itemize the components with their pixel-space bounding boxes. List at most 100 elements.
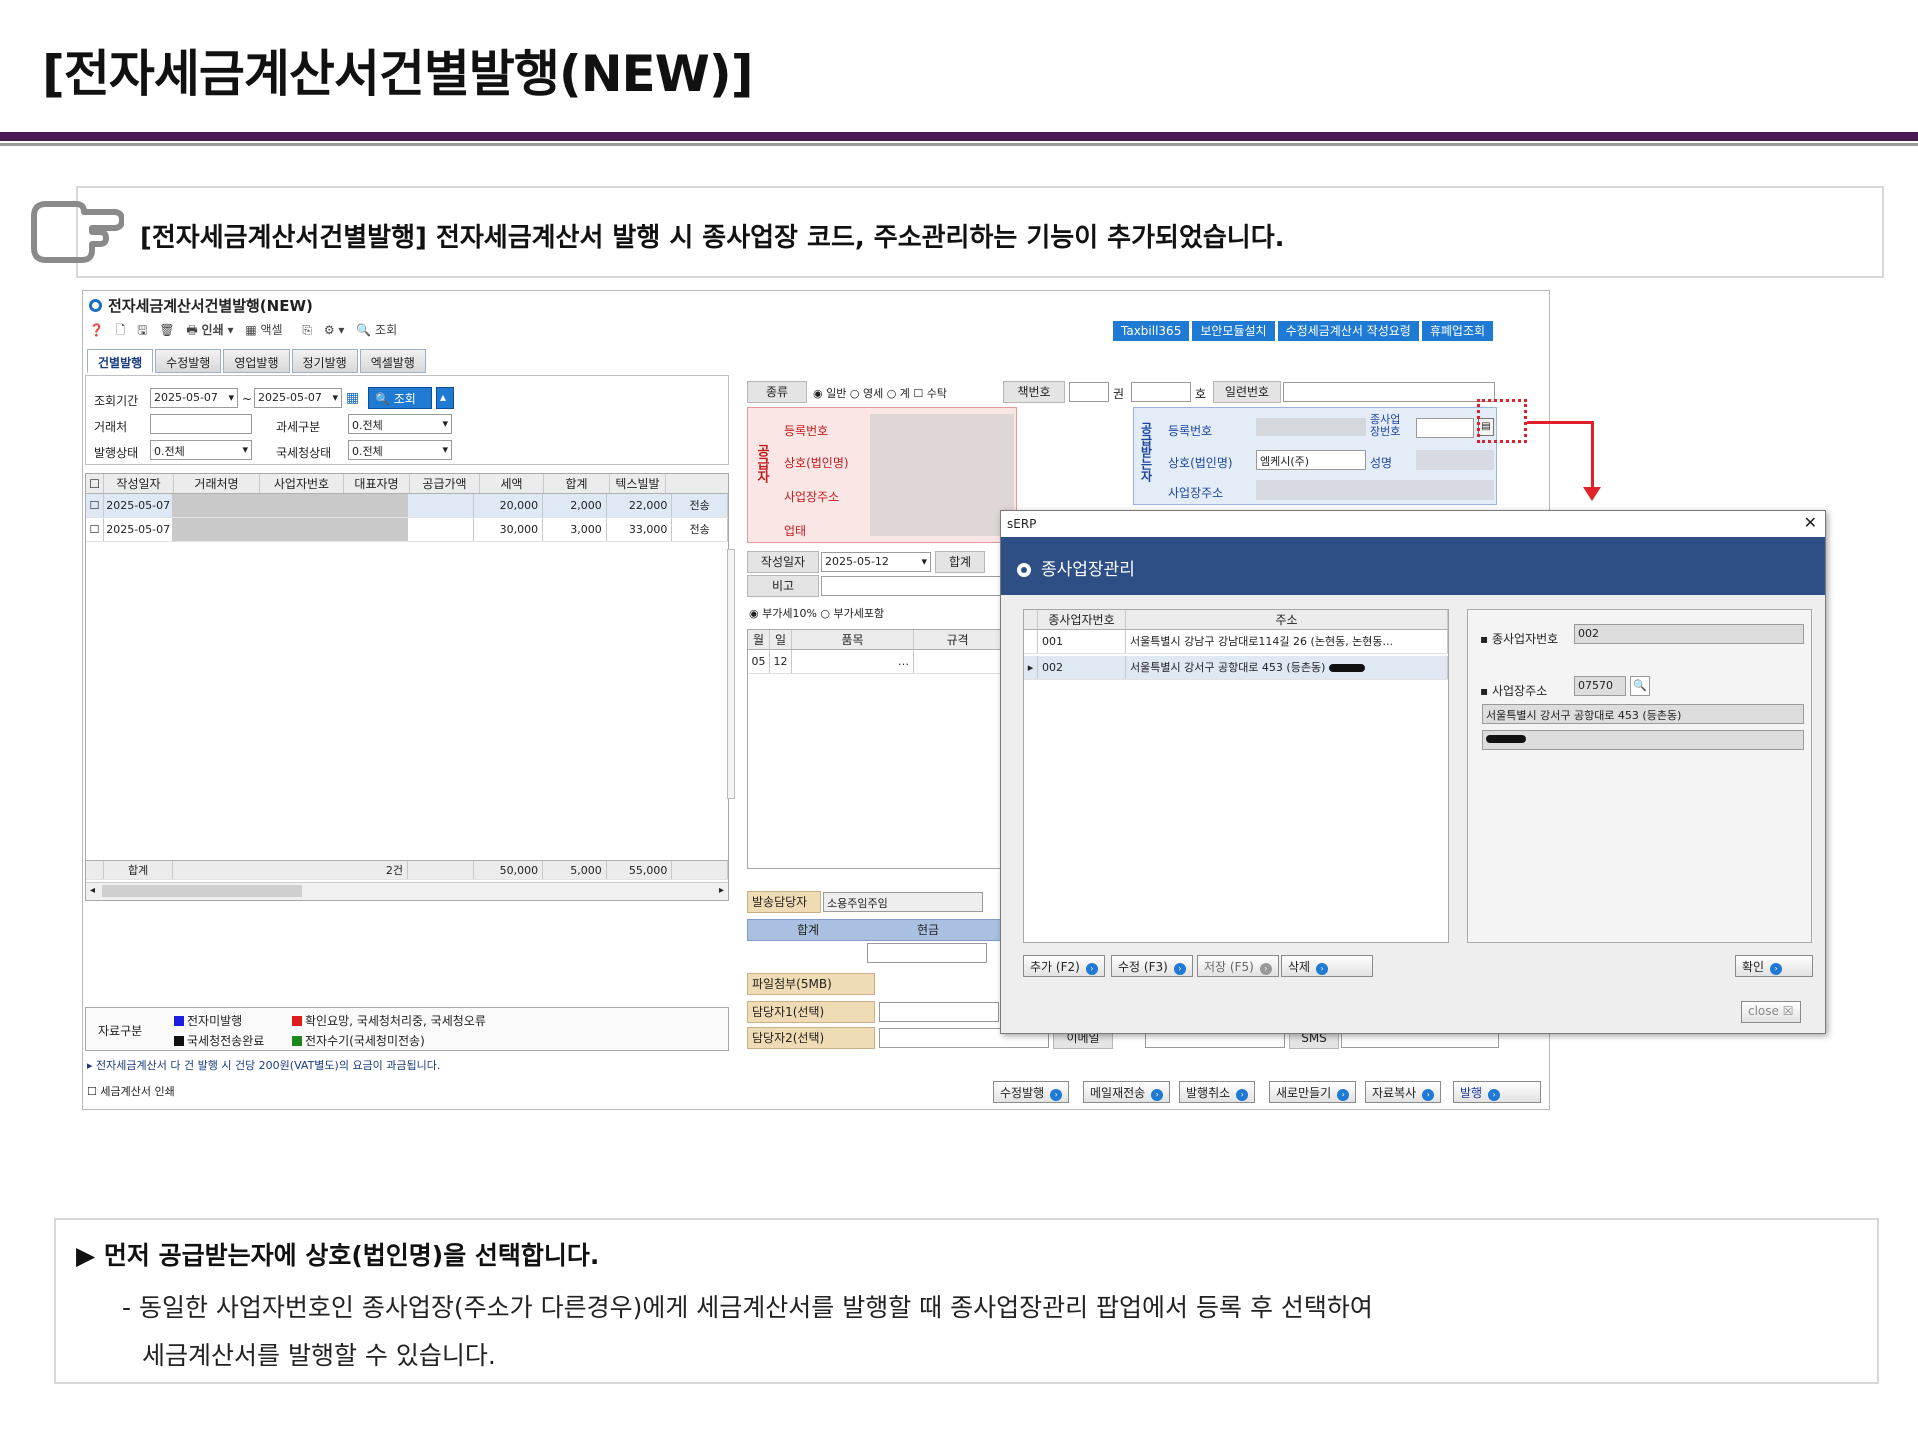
tax-type-select[interactable]: 0.전체 [348,414,452,434]
footer-supply: 50,000 [474,861,544,879]
settings-icon[interactable]: ⚙ ▾ [324,323,345,337]
tab-sales-issue[interactable]: 영업발행 [223,349,290,373]
address-detail-input[interactable] [1482,730,1804,750]
client-input[interactable] [150,414,252,434]
edit-branch-button[interactable]: 수정 (F3) › [1111,955,1193,977]
table-row[interactable]: ☐ 2025-05-07 30,000 3,000 33,000 전송 [86,518,728,542]
issue-button[interactable]: 발행 › [1453,1081,1541,1103]
new-icon[interactable]: 🗋 [116,323,126,337]
select-all-checkbox[interactable]: ☐ [86,474,104,493]
col-supply[interactable]: 공급가액 [410,474,480,493]
col-client[interactable]: 거래처명 [174,474,260,493]
col-branch-addr[interactable]: 주소 [1126,610,1448,629]
vol-label: 권 [1113,387,1125,401]
row-status: 전송 [672,494,728,517]
close-icon[interactable]: ✕ [1804,513,1817,532]
book-no-input[interactable] [1131,382,1191,402]
export-icon[interactable]: ⎘ [302,323,312,337]
tab-excel-issue[interactable]: 엑셀발행 [359,349,426,373]
kind-radio-group[interactable]: ◉ 일반 ○ 영세 ○ 계 ☐ 수탁 [813,385,947,401]
receiver-company-input[interactable]: 엠케시(주) [1256,450,1366,470]
calendar-icon[interactable]: ▦ [346,390,359,406]
col-bizno[interactable]: 사업자번호 [260,474,344,493]
col-tax[interactable]: 세액 [480,474,544,493]
horizontal-scrollbar[interactable]: ◂ ▸ [86,882,728,900]
book-volume-input[interactable] [1069,382,1109,402]
item-day[interactable]: 12 [770,650,792,673]
supplier-biztype-label: 업태 [784,524,807,538]
receiver-regno-label: 등록번호 [1168,424,1213,438]
detail-code-input[interactable]: 002 [1574,624,1804,644]
add-branch-button[interactable]: 추가 (F2) › [1023,955,1105,977]
delete-icon[interactable]: 🗑 [159,323,174,337]
issue-status-select[interactable]: 0.전체 [150,440,252,460]
item-spec-input[interactable] [914,650,1002,673]
tab-single-issue[interactable]: 건별발행 [87,349,154,373]
taxbill365-link[interactable]: Taxbill365 [1113,321,1190,341]
serial-label: 일련번호 [1213,381,1281,403]
manager1-input[interactable] [879,1002,999,1022]
revision-guide-link[interactable]: 수정세금계산서 작성요령 [1277,321,1419,341]
help-icon[interactable]: ❓ [89,323,104,337]
close-button[interactable]: close ☒ [1741,1001,1801,1023]
memo-input[interactable] [821,576,1001,596]
vat-radio-group[interactable]: ◉ 부가세10% ○ 부가세포함 [749,605,884,621]
collapse-button[interactable]: ▴ [436,387,454,409]
manager1-select[interactable]: 담당자1(선택) [747,1001,875,1023]
table-row-selected[interactable]: ▸ 002 서울특별시 강서구 공항대로 453 (등촌동) [1024,656,1448,680]
table-row[interactable]: ☐ 2025-05-07 20,000 2,000 22,000 전송 [86,494,728,518]
search-query-button[interactable]: 🔍 조회 [368,387,432,409]
banner-bullet-icon [1017,563,1031,577]
receiver-subcode-input[interactable] [1416,418,1474,438]
zip-search-icon[interactable]: 🔍 [1630,676,1650,696]
zip-input[interactable]: 07570 [1574,676,1626,696]
col-ceo[interactable]: 대표자명 [344,474,410,493]
revision-issue-button[interactable]: 수정발행 › [993,1081,1070,1103]
item-month[interactable]: 05 [748,650,770,673]
notes-body: - 동일한 사업자번호인 종사업장(주소가 다른경우)에게 세금계산서를 발행할… [122,1284,1373,1380]
filter-panel: 조회기간 2025-05-07 ~ 2025-05-07 ▦ 🔍 조회 ▴ 거래… [85,375,729,465]
print-invoice-checkbox[interactable]: ☐ 세금계산서 인쇄 [87,1083,175,1099]
sender-input[interactable]: 소용주임주임 [823,892,983,912]
col-total[interactable]: 합계 [544,474,610,493]
excel-button[interactable]: ▦ 액셀 [245,323,290,337]
closure-check-link[interactable]: 휴폐업조회 [1421,321,1494,341]
save-branch-button[interactable]: 저장 (F5) › [1197,955,1279,977]
save-icon[interactable]: 🖫 [137,323,147,337]
serial-input[interactable] [1283,382,1495,402]
detail-code-label: ▪ 종사업자번호 [1480,632,1559,646]
print-button[interactable]: 🖶 인쇄 ▾ [186,323,233,337]
manager2-select[interactable]: 담당자2(선택) [747,1027,875,1049]
notes-heading: ▶ 먼저 공급받는자에 상호(법인명)을 선택합니다. [76,1241,600,1270]
address-input[interactable]: 서울특별시 강서구 공항대로 453 (등촌동) [1482,704,1804,724]
copy-data-button[interactable]: 자료복사 › [1365,1081,1442,1103]
no-label: 호 [1195,387,1207,401]
col-branch-code[interactable]: 종사업자번호 [1038,610,1126,629]
footer-label: 합계 [104,861,174,879]
search-button[interactable]: 🔍 조회 [356,323,405,337]
write-date-input[interactable]: 2025-05-12 [821,552,931,572]
cash-input[interactable] [867,943,987,963]
item-name-input[interactable]: … [792,650,914,673]
items-header: 월 일 품목 규격 [748,630,1002,650]
date-from-input[interactable]: 2025-05-07 [150,388,238,408]
highlight-dotted-box [1477,399,1527,443]
payment-header: 합계 현금 [747,919,1003,941]
resend-mail-button[interactable]: 메일재전송 › [1083,1081,1171,1103]
nts-status-select[interactable]: 0.전체 [348,440,452,460]
pane-splitter[interactable] [727,549,735,799]
date-to-input[interactable]: 2025-05-07 [254,388,342,408]
col-taxbill[interactable]: 텍스빌발 [610,474,666,493]
security-module-link[interactable]: 보안모듈설치 [1192,321,1275,341]
confirm-button[interactable]: 확인 › [1735,955,1813,977]
delete-branch-button[interactable]: 삭제 › [1281,955,1373,977]
new-button[interactable]: 새로만들기 › [1269,1081,1357,1103]
tab-regular-issue[interactable]: 정기발행 [291,349,358,373]
detail-addr-label: ▪ 사업장주소 [1480,684,1548,698]
tab-revision-issue[interactable]: 수정발행 [155,349,222,373]
item-row[interactable]: 05 12 … [748,650,1002,674]
col-date[interactable]: 작성일자 [104,474,174,493]
cancel-issue-button[interactable]: 발행취소 › [1179,1081,1256,1103]
period-label: 조회기간 [94,394,139,408]
table-row[interactable]: 001 서울특별시 강남구 강남대로114길 26 (논현동, 논현동... [1024,630,1448,654]
